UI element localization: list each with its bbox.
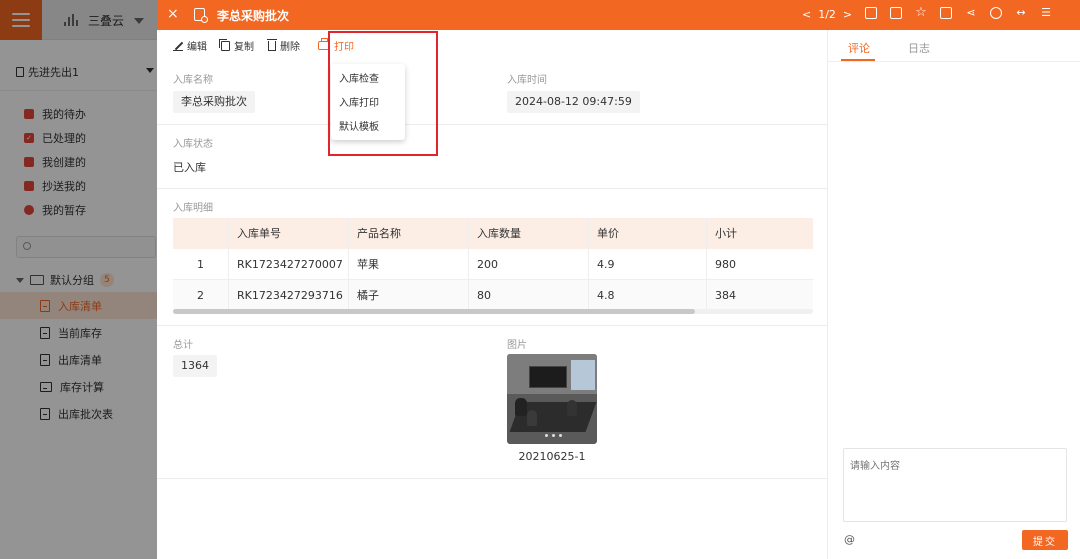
copy-button[interactable]: 复制 bbox=[219, 38, 254, 53]
inbound-detail-table: 入库单号 产品名称 入库数量 单价 小计 1 RK1723427270007 苹… bbox=[173, 218, 813, 311]
table-cell: RK1723427293716 bbox=[229, 280, 349, 310]
list-icon[interactable] bbox=[865, 7, 877, 19]
inbound-time-value: 2024-08-12 09:47:59 bbox=[507, 91, 640, 113]
divider bbox=[157, 478, 827, 479]
toolbar: 编辑 复制 删除 打印 bbox=[173, 38, 354, 53]
prev-record-button[interactable]: < bbox=[802, 8, 811, 21]
table-header: 入库单号 产品名称 入库数量 单价 小计 bbox=[173, 218, 813, 249]
submit-button[interactable]: 提交 bbox=[1022, 530, 1068, 550]
column-header[interactable]: 单价 bbox=[589, 218, 707, 249]
column-header[interactable]: 小计 bbox=[707, 218, 813, 249]
column-header[interactable]: 产品名称 bbox=[349, 218, 469, 249]
table-cell: 980 bbox=[715, 258, 736, 271]
modal-header: × 李总采购批次 < 1/2 > ☆ ⋖ ↔ ☰ bbox=[157, 0, 1080, 30]
table-row[interactable]: 1 RK1723427270007 苹果 200 4.9 980 bbox=[173, 249, 813, 280]
table-cell: 80 bbox=[469, 280, 589, 310]
column-header[interactable]: 入库数量 bbox=[469, 218, 589, 249]
table-cell: 1 bbox=[173, 249, 229, 279]
inbound-time-label: 入库时间 bbox=[507, 75, 547, 86]
active-tab-indicator bbox=[841, 59, 875, 61]
divider bbox=[157, 188, 827, 189]
table-cell: RK1723427270007 bbox=[229, 249, 349, 279]
right-panel: 评论 日志 @ 提交 bbox=[827, 30, 1080, 559]
note-icon[interactable] bbox=[890, 7, 902, 19]
meeting-room-photo[interactable] bbox=[507, 354, 597, 444]
table-cell: 200 bbox=[469, 249, 589, 279]
table-cell: 384 bbox=[715, 289, 736, 302]
table-row[interactable]: 2 RK1723427293716 橘子 80 4.8 384 bbox=[173, 280, 813, 311]
comment-input[interactable] bbox=[843, 448, 1067, 522]
total-value: 1364 bbox=[173, 355, 217, 377]
column-header bbox=[173, 218, 229, 249]
record-position: 1/2 bbox=[818, 8, 836, 21]
next-record-button[interactable]: > bbox=[843, 8, 852, 21]
tab-logs[interactable]: 日志 bbox=[908, 40, 930, 56]
table-cell: 2 bbox=[173, 280, 229, 310]
inbound-detail-label: 入库明细 bbox=[173, 203, 213, 214]
tab-comments[interactable]: 评论 bbox=[848, 40, 870, 56]
annotation-highlight-box bbox=[328, 31, 438, 156]
copy-icon bbox=[219, 38, 230, 51]
image-caption: 20210625-1 bbox=[518, 450, 586, 463]
record-detail-modal: × 李总采购批次 < 1/2 > ☆ ⋖ ↔ ☰ 编辑 复制 删除 打印 入库名… bbox=[157, 0, 1080, 559]
edit-label: 编辑 bbox=[187, 42, 207, 53]
table-cell: 橘子 bbox=[349, 280, 469, 310]
image-label: 图片 bbox=[507, 340, 527, 351]
header-actions: ☆ ⋖ ↔ ☰ bbox=[865, 6, 1052, 19]
inbound-name-label: 入库名称 bbox=[173, 75, 213, 86]
inbound-status-label: 入库状态 bbox=[173, 139, 213, 150]
table-cell: 苹果 bbox=[349, 249, 469, 279]
close-icon[interactable]: × bbox=[167, 7, 179, 21]
trash-icon bbox=[267, 38, 277, 51]
menu-list-icon[interactable]: ☰ bbox=[1040, 7, 1052, 19]
delete-label: 删除 bbox=[280, 42, 300, 53]
bookmark-icon[interactable] bbox=[940, 7, 952, 19]
scrollbar-thumb[interactable] bbox=[173, 309, 695, 314]
table-cell: 4.8 bbox=[589, 280, 707, 310]
delete-button[interactable]: 删除 bbox=[267, 38, 300, 53]
table-horizontal-scrollbar[interactable] bbox=[173, 309, 813, 314]
star-icon[interactable]: ☆ bbox=[915, 6, 927, 19]
tab-divider bbox=[828, 61, 1080, 62]
table-cell: 4.9 bbox=[589, 249, 707, 279]
copy-label: 复制 bbox=[234, 42, 254, 53]
divider bbox=[157, 325, 827, 326]
mention-button[interactable]: @ bbox=[844, 533, 855, 546]
inbound-name-value: 李总采购批次 bbox=[173, 91, 255, 113]
expand-width-icon[interactable]: ↔ bbox=[1015, 7, 1027, 19]
form-search-icon bbox=[194, 8, 208, 23]
record-pager: < 1/2 > bbox=[802, 8, 852, 21]
divider bbox=[157, 124, 827, 125]
column-header[interactable]: 入库单号 bbox=[229, 218, 349, 249]
inbound-status-value: 已入库 bbox=[173, 161, 206, 174]
comment-icon[interactable] bbox=[990, 7, 1002, 19]
total-label: 总计 bbox=[173, 340, 193, 351]
modal-title: 李总采购批次 bbox=[217, 9, 290, 23]
share-icon[interactable]: ⋖ bbox=[965, 7, 977, 19]
edit-button[interactable]: 编辑 bbox=[173, 38, 207, 53]
pencil-icon bbox=[173, 41, 183, 51]
